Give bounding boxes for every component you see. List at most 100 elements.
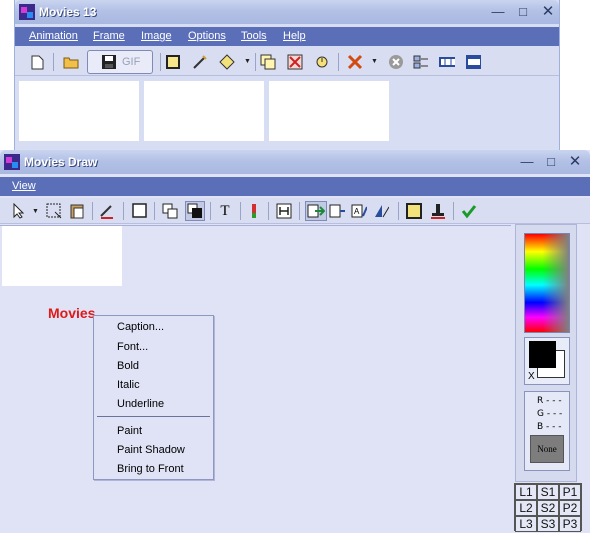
text-export-icon[interactable]: A [351, 203, 367, 219]
menu-options[interactable]: Options [188, 30, 226, 42]
menu-item-underline[interactable]: Underline [117, 398, 164, 410]
menu-item-paint-shadow[interactable]: Paint Shadow [117, 444, 185, 456]
export-icon[interactable] [329, 203, 345, 219]
eraser-icon[interactable] [99, 203, 115, 219]
stamp-icon[interactable] [430, 203, 446, 219]
layer-button[interactable]: S1 [537, 484, 559, 500]
movies13-toolbar: GIF ▼ ▼ [15, 48, 559, 76]
maximize-icon[interactable]: □ [514, 4, 532, 20]
menu-separator [97, 416, 210, 417]
perspective-icon[interactable] [373, 203, 389, 219]
movies13-titlebar[interactable]: Movies 13 — □ ✕ [15, 0, 559, 24]
paste-icon[interactable] [69, 203, 85, 219]
maximize-icon[interactable]: □ [542, 154, 560, 170]
layer-button[interactable]: P2 [559, 500, 581, 516]
gif-label: GIF [122, 56, 141, 68]
rectangle-icon[interactable] [165, 54, 181, 70]
text-tool-icon[interactable]: T [217, 203, 233, 219]
color-spectrum-picker[interactable] [524, 233, 570, 333]
movies13-window: Movies 13 — □ ✕ Animation Frame Image Op… [14, 0, 560, 160]
import-icon[interactable] [305, 201, 327, 221]
layer-button[interactable]: L3 [515, 516, 537, 532]
paint-tool-icon[interactable] [246, 203, 262, 219]
menu-help[interactable]: Help [283, 30, 306, 42]
movies13-menubar: Animation Frame Image Options Tools Help [15, 27, 559, 46]
layer-button-grid: L1 S1 P1 L2 S2 P2 L3 S3 P3 [514, 483, 582, 532]
pencil-icon[interactable] [192, 54, 208, 70]
draw-titlebar[interactable]: Movies Draw — □ ✕ [0, 150, 590, 174]
diamond-icon[interactable] [219, 54, 235, 70]
open-folder-icon[interactable] [63, 54, 79, 70]
menu-item-bring-to-front[interactable]: Bring to Front [117, 463, 184, 475]
align-icon[interactable] [413, 54, 429, 70]
menu-animation[interactable]: Animation [29, 30, 78, 42]
menu-item-caption[interactable]: Caption... [117, 321, 164, 333]
toolbar-divider [255, 53, 256, 71]
menu-tools[interactable]: Tools [241, 30, 267, 42]
layer-button[interactable]: S3 [537, 516, 559, 532]
select-region-icon[interactable] [46, 203, 62, 219]
timer-icon[interactable] [314, 54, 330, 70]
minimize-icon[interactable]: — [489, 4, 507, 20]
swatch-x-marker: X [528, 371, 535, 382]
draw-menubar: View [0, 177, 590, 196]
layer-button[interactable]: L1 [515, 484, 537, 500]
frame-strip-icon[interactable] [439, 54, 455, 70]
frame-border-icon[interactable] [406, 203, 422, 219]
toolbar-divider [398, 202, 399, 220]
menu-image[interactable]: Image [141, 30, 172, 42]
toolbar-divider [240, 202, 241, 220]
app-icon [4, 154, 20, 170]
color-palette-panel: X R - - - G - - - B - - - None [515, 224, 577, 482]
menu-item-font[interactable]: Font... [117, 341, 148, 353]
menu-item-italic[interactable]: Italic [117, 379, 140, 391]
green-value: G - - - [537, 409, 563, 419]
bring-front-icon[interactable] [185, 201, 205, 221]
foreground-color-swatch[interactable] [529, 341, 556, 368]
red-value: R - - - [537, 396, 562, 406]
svg-text:A: A [354, 207, 360, 216]
movies-draw-window: Movies Draw — □ ✕ View ▼ T A Movies [0, 150, 590, 533]
effects-icon[interactable] [347, 54, 363, 70]
none-color-button[interactable]: None [530, 435, 564, 463]
send-back-icon[interactable] [162, 203, 178, 219]
menu-item-bold[interactable]: Bold [117, 360, 139, 372]
frame-thumbnail[interactable] [19, 81, 139, 141]
layer-button[interactable]: P3 [559, 516, 581, 532]
menu-frame[interactable]: Frame [93, 30, 125, 42]
resize-icon[interactable] [276, 203, 292, 219]
toolbar-divider [210, 202, 211, 220]
close-icon[interactable]: ✕ [539, 4, 557, 20]
frame-thumbnail[interactable] [269, 81, 389, 141]
stop-icon[interactable] [388, 54, 404, 70]
rectangle-icon[interactable] [132, 203, 148, 219]
floppy-disk-icon [102, 55, 116, 69]
menu-view[interactable]: View [12, 180, 36, 192]
layer-button[interactable]: P1 [559, 484, 581, 500]
frame-thumbnail[interactable] [144, 81, 264, 141]
save-gif-button[interactable]: GIF [87, 50, 153, 74]
close-icon[interactable]: ✕ [566, 154, 584, 170]
filmstrip-icon[interactable] [465, 54, 481, 70]
layer-button[interactable]: S2 [537, 500, 559, 516]
delete-frame-icon[interactable] [287, 54, 303, 70]
window-title: Movies Draw [24, 155, 98, 169]
app-icon [19, 4, 35, 20]
copy-frame-icon[interactable] [260, 54, 276, 70]
minimize-icon[interactable]: — [518, 154, 536, 170]
menu-item-paint[interactable]: Paint [117, 425, 142, 437]
toolbar-divider [160, 53, 161, 71]
blue-value: B - - - [537, 422, 562, 432]
layer-button[interactable]: L2 [515, 500, 537, 516]
toolbar-divider [338, 53, 339, 71]
drawing-canvas[interactable]: Movies [0, 225, 511, 533]
new-file-icon[interactable] [29, 54, 45, 70]
canvas-image-area[interactable] [2, 226, 122, 286]
canvas-caption-text[interactable]: Movies [48, 305, 95, 321]
dropdown-arrow-icon[interactable]: ▼ [371, 58, 378, 65]
toolbar-divider [123, 202, 124, 220]
dropdown-arrow-icon[interactable]: ▼ [32, 208, 39, 215]
dropdown-arrow-icon[interactable]: ▼ [244, 58, 251, 65]
pointer-icon[interactable] [10, 203, 26, 219]
accept-check-icon[interactable] [461, 203, 477, 219]
